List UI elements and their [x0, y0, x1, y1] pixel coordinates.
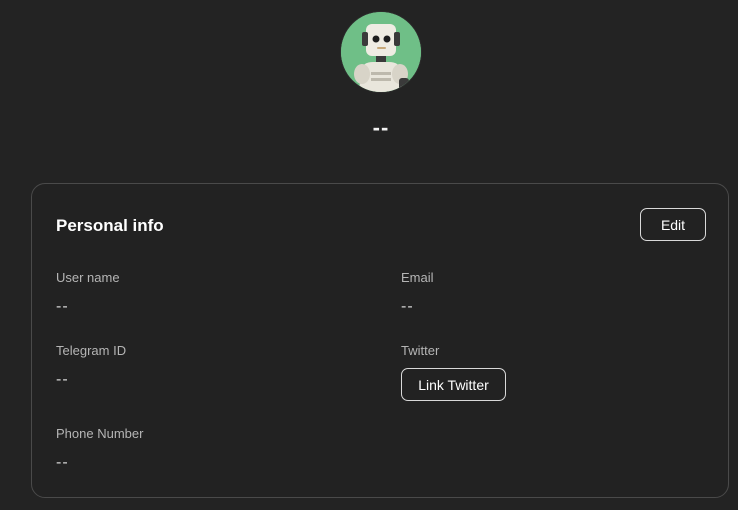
- username-value: --: [56, 298, 69, 315]
- telegram-label: Telegram ID: [56, 343, 127, 358]
- telegram-value: --: [56, 371, 69, 388]
- personal-info-title: Personal info: [56, 216, 164, 235]
- robot-avatar-icon: [341, 12, 421, 92]
- personal-info-card: Personal info Edit User name -- Email --…: [31, 183, 729, 498]
- display-name: --: [372, 115, 390, 140]
- avatar: [341, 12, 421, 92]
- username-label: User name: [56, 270, 120, 285]
- profile-page: -- Personal info Edit User name -- Email…: [0, 0, 738, 510]
- phone-value: --: [56, 454, 69, 471]
- twitter-label: Twitter: [401, 343, 440, 358]
- edit-button[interactable]: Edit: [640, 208, 706, 241]
- phone-label: Phone Number: [56, 426, 144, 441]
- email-label: Email: [401, 270, 434, 285]
- link-twitter-button[interactable]: Link Twitter: [401, 368, 506, 401]
- email-value: --: [401, 298, 414, 315]
